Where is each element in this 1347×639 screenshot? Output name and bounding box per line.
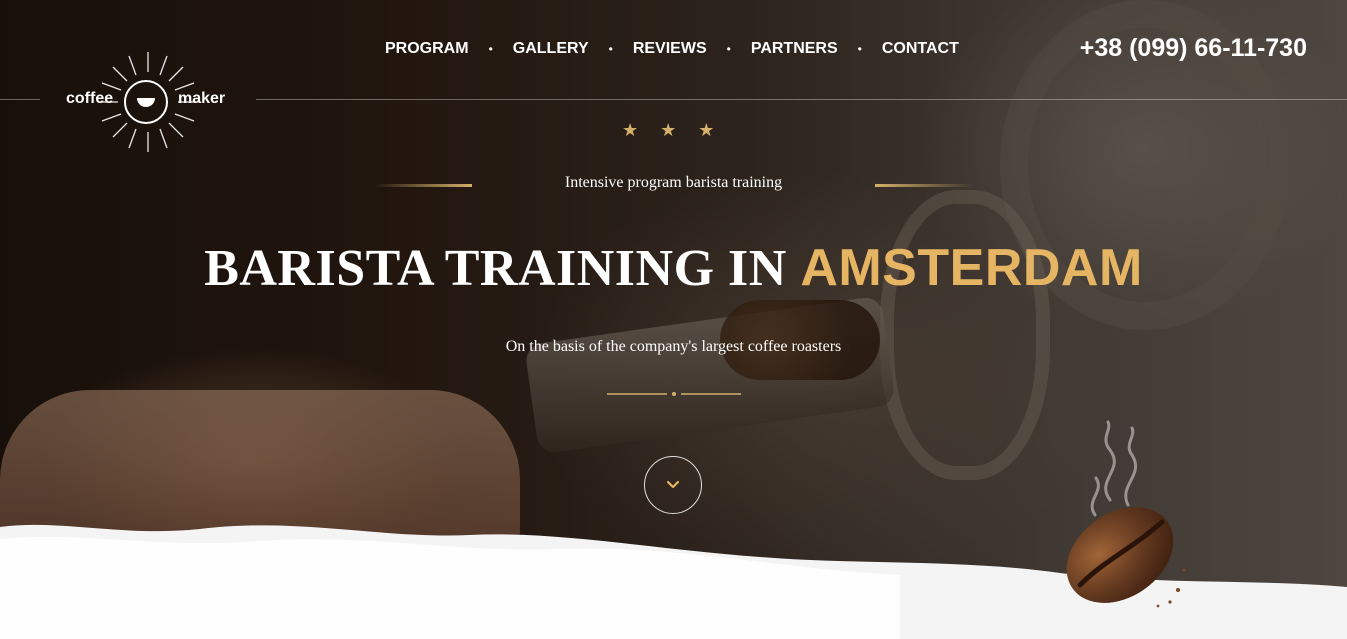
nav-separator: • (726, 42, 731, 56)
nav-separator: • (488, 42, 493, 56)
rating-stars: ★ ★ ★ (622, 120, 714, 141)
logo-word-maker: maker (178, 90, 226, 107)
nav-item-program[interactable]: PROGRAM (385, 40, 469, 58)
scroll-down-button[interactable] (644, 456, 702, 514)
nav-item-contact[interactable]: CONTACT (882, 40, 959, 58)
header-divider-left (0, 99, 40, 100)
hero-tagline: On the basis of the company's largest co… (505, 338, 842, 355)
header-divider-right (256, 99, 1347, 100)
star-icon: ★ (698, 120, 715, 140)
hero-title-main: BARISTA TRAINING IN (204, 240, 801, 297)
nav-separator: • (608, 42, 613, 56)
nav-item-gallery[interactable]: GALLERY (513, 40, 589, 58)
coffee-bean-image (1066, 420, 1186, 608)
coffee-cup-icon (124, 80, 168, 124)
star-icon: ★ (622, 120, 639, 140)
chevron-down-icon (666, 480, 680, 489)
hero-subtitle: Intensive program barista training (564, 174, 783, 191)
ornament-divider (607, 392, 741, 396)
hero-title: BARISTA TRAINING IN AMSTERDAM (0, 238, 1347, 298)
nav-item-reviews[interactable]: REVIEWS (633, 40, 707, 58)
logo-word-coffee: coffee (66, 90, 114, 107)
hero-title-accent: AMSTERDAM (800, 239, 1143, 297)
main-nav: PROGRAM • GALLERY • REVIEWS • PARTNERS •… (385, 40, 959, 58)
phone-number[interactable]: +38 (099) 66-11-730 (1080, 34, 1307, 63)
nav-separator: • (857, 42, 862, 56)
star-icon: ★ (660, 120, 677, 140)
nav-item-partners[interactable]: PARTNERS (751, 40, 838, 58)
